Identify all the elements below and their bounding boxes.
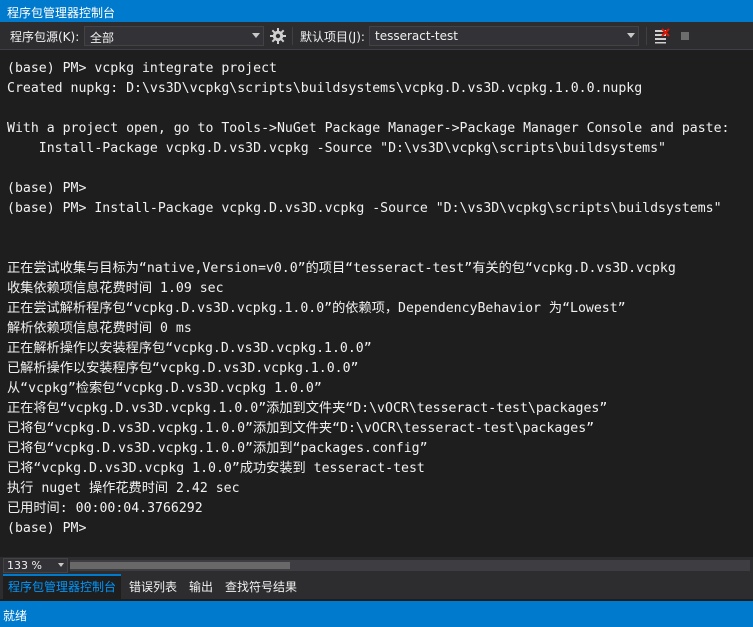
bottom-tabs: 程序包管理器控制台 错误列表 输出 查找符号结果: [0, 574, 753, 599]
horizontal-scrollbar[interactable]: [70, 560, 750, 571]
console-toolbar: 程序包源(K): 全部 默认项目(J): tesseract-test: [0, 22, 753, 50]
console-line: With a project open, go to Tools->NuGet …: [7, 121, 730, 136]
console-line: 已将包“vcpkg.D.vs3D.vcpkg.1.0.0”添加到文件夹“D:\v…: [7, 421, 595, 436]
zoom-bar: 133 %: [0, 557, 753, 574]
default-project-label: 默认项目(J):: [300, 30, 365, 44]
tab-find-symbol-results[interactable]: 查找符号结果: [220, 574, 302, 599]
console-line: 已解析操作以安装程序包“vcpkg.D.vs3D.vcpkg.1.0.0”: [7, 361, 359, 376]
console-line: (base) PM> vcpkg integrate project: [7, 61, 277, 76]
console-line: 正在尝试解析程序包“vcpkg.D.vs3D.vcpkg.1.0.0”的依赖项，…: [7, 301, 626, 316]
status-bar: 就绪: [0, 601, 753, 627]
console-line: Created nupkg: D:\vs3D\vcpkg\scripts\bui…: [7, 81, 643, 96]
console-line: 正在将包“vcpkg.D.vs3D.vcpkg.1.0.0”添加到文件夹“D:\…: [7, 401, 608, 416]
tab-package-manager-console[interactable]: 程序包管理器控制台: [3, 574, 122, 599]
console-line: 已将“vcpkg.D.vs3D.vcpkg 1.0.0”成功安装到 tesser…: [7, 461, 425, 476]
console-line: 正在尝试收集与目标为“native,Version=v0.0”的项目“tesse…: [7, 261, 676, 276]
console-line: 从“vcpkg”检索包“vcpkg.D.vs3D.vcpkg 1.0.0”: [7, 381, 322, 396]
chevron-down-icon: [627, 33, 635, 38]
package-source-label: 程序包源(K):: [10, 30, 80, 44]
tab-output[interactable]: 输出: [184, 574, 218, 599]
clear-console-icon[interactable]: [652, 26, 672, 46]
tab-error-list[interactable]: 错误列表: [124, 574, 182, 599]
toolbar-separator: [646, 27, 647, 45]
console-line: (base) PM> Install-Package vcpkg.D.vs3D.…: [7, 201, 722, 216]
package-source-value: 全部: [90, 31, 115, 45]
scrollbar-thumb[interactable]: [70, 562, 290, 569]
console-line: (base) PM>: [7, 521, 87, 536]
default-project-select[interactable]: tesseract-test: [369, 26, 639, 46]
console-output[interactable]: (base) PM> vcpkg integrate project Create…: [0, 51, 753, 557]
stop-icon[interactable]: [676, 26, 696, 46]
console-line: 已将包“vcpkg.D.vs3D.vcpkg.1.0.0”添加到“package…: [7, 441, 428, 456]
toolbar-separator: [292, 27, 293, 45]
console-line: 正在解析操作以安装程序包“vcpkg.D.vs3D.vcpkg.1.0.0”: [7, 341, 372, 356]
gear-icon[interactable]: [268, 26, 288, 46]
default-project-value: tesseract-test: [375, 29, 458, 43]
console-line: 已用时间: 00:00:04.3766292: [7, 501, 203, 516]
zoom-select[interactable]: 133 %: [3, 558, 68, 573]
window-title: 程序包管理器控制台: [0, 0, 753, 22]
package-source-select[interactable]: 全部: [84, 26, 264, 46]
chevron-down-icon: [252, 33, 260, 38]
console-line: (base) PM>: [7, 181, 87, 196]
console-line: 执行 nuget 操作花费时间 2.42 sec: [7, 481, 240, 496]
console-line: 解析依赖项信息花费时间 0 ms: [7, 321, 192, 336]
console-line: Install-Package vcpkg.D.vs3D.vcpkg -Sour…: [7, 141, 666, 156]
console-line: 收集依赖项信息花费时间 1.09 sec: [7, 281, 224, 296]
zoom-value: 133 %: [7, 559, 42, 572]
chevron-down-icon: [58, 563, 64, 567]
